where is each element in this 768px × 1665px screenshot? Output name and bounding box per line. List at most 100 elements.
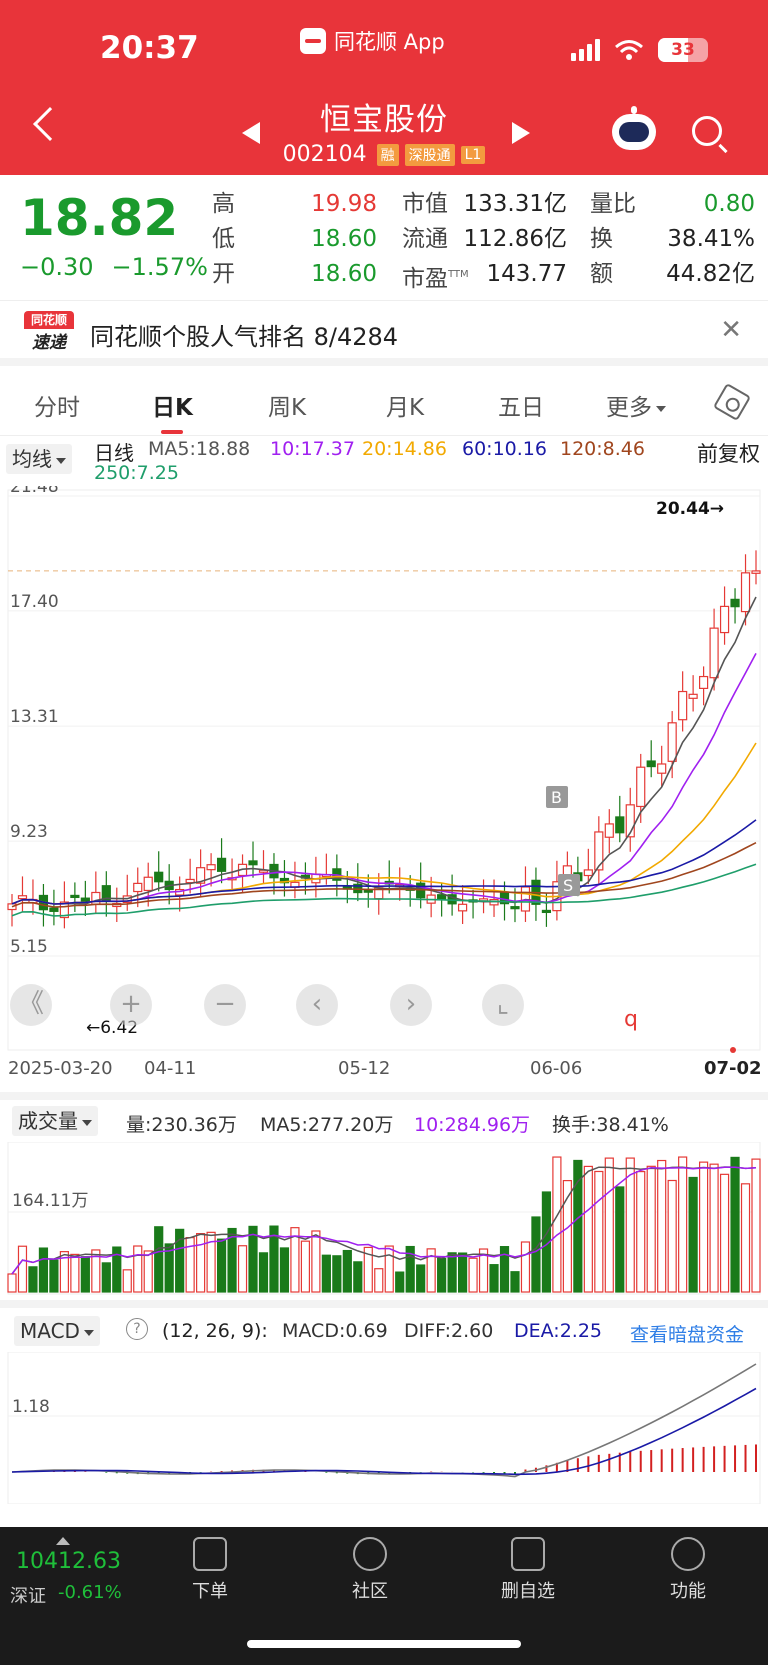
change-percent: −1.57% xyxy=(111,253,208,281)
volume-bar xyxy=(143,1250,153,1293)
ma20-value: 20:14.86 xyxy=(362,438,447,460)
buy-label: B xyxy=(551,788,562,807)
volume-bar xyxy=(342,1249,352,1293)
stock-code: 002104 xyxy=(282,142,367,167)
news-text: 同花顺个股人气排名 8/4284 xyxy=(90,323,399,351)
nav-community-button[interactable]: 社区 xyxy=(330,1537,410,1603)
y-tick-label: 1.18 xyxy=(12,1397,50,1417)
volume-bar xyxy=(583,1165,593,1293)
volume-bar xyxy=(615,1186,625,1293)
float-label: 流通 xyxy=(402,226,448,252)
dark-pool-link[interactable]: 查看暗盘资金 xyxy=(630,1320,744,1347)
volume-bar xyxy=(154,1226,164,1293)
candle-body xyxy=(185,878,195,884)
candle-body xyxy=(363,889,373,893)
help-icon[interactable]: ? xyxy=(126,1318,148,1340)
pe-ttm: TTM xyxy=(448,269,469,280)
volume-bar xyxy=(437,1257,447,1293)
tab-daily-k[interactable]: 日K xyxy=(152,388,193,434)
candle-body xyxy=(751,570,761,574)
high-value: 19.98 xyxy=(311,191,377,217)
volume-bar xyxy=(699,1161,709,1293)
ma-legend: 均线 日线 MA5:18.88 10:17.37 20:14.86 60:10.… xyxy=(0,436,768,488)
volume-bar xyxy=(395,1271,405,1293)
y-tick-label: 21.48 xyxy=(10,486,59,497)
tab-intraday[interactable]: 分时 xyxy=(34,388,80,422)
tab-five-day[interactable]: 五日 xyxy=(498,388,544,422)
scroll-left-icon[interactable]: ‹ xyxy=(296,984,338,1026)
turnover-label: 换 xyxy=(590,226,613,252)
pe-label: 市盈 xyxy=(402,265,448,292)
volume-bar xyxy=(667,1179,677,1293)
candle-body xyxy=(688,693,698,699)
zoom-out-icon[interactable]: − xyxy=(204,984,246,1026)
next-stock-icon[interactable] xyxy=(512,122,530,144)
nav-order-button[interactable]: 下单 xyxy=(170,1537,250,1603)
search-icon[interactable] xyxy=(692,116,722,146)
index-value[interactable]: 10412.63 xyxy=(16,1549,121,1574)
home-indicator xyxy=(247,1640,521,1648)
adjust-mode-button[interactable]: 前复权 xyxy=(697,438,760,468)
candle-body xyxy=(510,906,520,910)
high-marker: 20.44→ xyxy=(656,499,724,519)
kline-frame xyxy=(7,489,761,1051)
mcap-value: 133.31亿 xyxy=(463,191,567,217)
volume-bar xyxy=(489,1264,499,1293)
chevron-down-icon xyxy=(656,405,666,412)
volume-chart[interactable]: 164.11万 xyxy=(0,1142,768,1298)
popularity-news-bar[interactable]: 同花顺 速递 同花顺个股人气排名 8/4284 ✕ xyxy=(0,300,768,366)
status-app-indicator[interactable]: 同花顺 App xyxy=(300,26,445,56)
signal-icon xyxy=(571,39,600,61)
quote-panel: 18.82 −0.30 −1.57% 高 19.98 低 18.60 开 18.60 市… xyxy=(0,175,768,300)
date-tick: 04-11 xyxy=(144,1058,197,1079)
tab-weekly-k[interactable]: 周K xyxy=(268,388,306,422)
volume-bar xyxy=(625,1157,635,1293)
date-tick: 05-12 xyxy=(338,1058,391,1079)
volume-bar xyxy=(101,1262,111,1293)
chevron-down-icon xyxy=(82,1119,92,1126)
tab-monthly-k[interactable]: 月K xyxy=(386,388,424,422)
volume-selector[interactable]: 成交量 xyxy=(12,1106,98,1136)
volume-legend: 成交量 量:230.36万 MA5:277.20万 10:284.96万 换手:… xyxy=(0,1098,768,1142)
volume-bar xyxy=(573,1159,583,1293)
close-icon[interactable]: ✕ xyxy=(720,315,742,345)
macd-legend: MACD ? (12, 26, 9): MACD:0.69 DIFF:2.60 … xyxy=(0,1308,768,1352)
volume-bar xyxy=(719,1173,730,1293)
candle-body xyxy=(541,909,552,914)
ma-selector[interactable]: 均线 xyxy=(6,444,72,474)
macd-chart[interactable]: 1.18 xyxy=(0,1352,768,1504)
collapse-icon[interactable]: 《 xyxy=(10,984,52,1026)
y-tick-label: 9.23 xyxy=(10,822,48,842)
candle-body xyxy=(133,882,143,893)
candle-body xyxy=(657,763,667,774)
battery-icon: 33 xyxy=(658,38,708,62)
wifi-icon xyxy=(615,40,643,60)
candle-body xyxy=(154,871,164,883)
robot-assistant-icon[interactable] xyxy=(612,106,656,150)
expand-up-icon[interactable] xyxy=(56,1537,70,1545)
ma60-value: 60:10.16 xyxy=(462,438,547,460)
sell-label: S xyxy=(563,876,573,895)
ma60-line xyxy=(11,819,757,905)
volume-bar xyxy=(196,1233,206,1293)
scroll-right-icon[interactable]: › xyxy=(390,984,432,1026)
bottom-bar: 10412.63 深证 -0.61% 下单 社区 删自选 功能 xyxy=(0,1527,768,1665)
nav-functions-button[interactable]: 功能 xyxy=(648,1537,728,1603)
volume-bar xyxy=(688,1176,698,1293)
volume-bar xyxy=(646,1165,656,1293)
nav-remove-watchlist-button[interactable]: 删自选 xyxy=(488,1537,568,1603)
volume-turnover: 换手:38.41% xyxy=(552,1114,669,1136)
kline-chart[interactable]: 21.4817.4013.319.235.1520.44→←6.42BSq xyxy=(0,486,768,1054)
macd-params: (12, 26, 9): xyxy=(162,1320,268,1342)
menu-icon xyxy=(671,1537,705,1571)
candle-body xyxy=(17,895,28,900)
macd-selector[interactable]: MACD xyxy=(14,1316,100,1346)
candle-body xyxy=(80,897,90,902)
macd-line xyxy=(11,1387,757,1476)
candle-body xyxy=(730,598,740,608)
fullscreen-icon[interactable]: ⌞ xyxy=(482,984,524,1026)
tag-level: L1 xyxy=(460,145,486,164)
zoom-in-icon[interactable]: + xyxy=(110,984,152,1026)
float-value: 112.86亿 xyxy=(463,226,567,252)
tab-more[interactable]: 更多 xyxy=(606,388,666,422)
